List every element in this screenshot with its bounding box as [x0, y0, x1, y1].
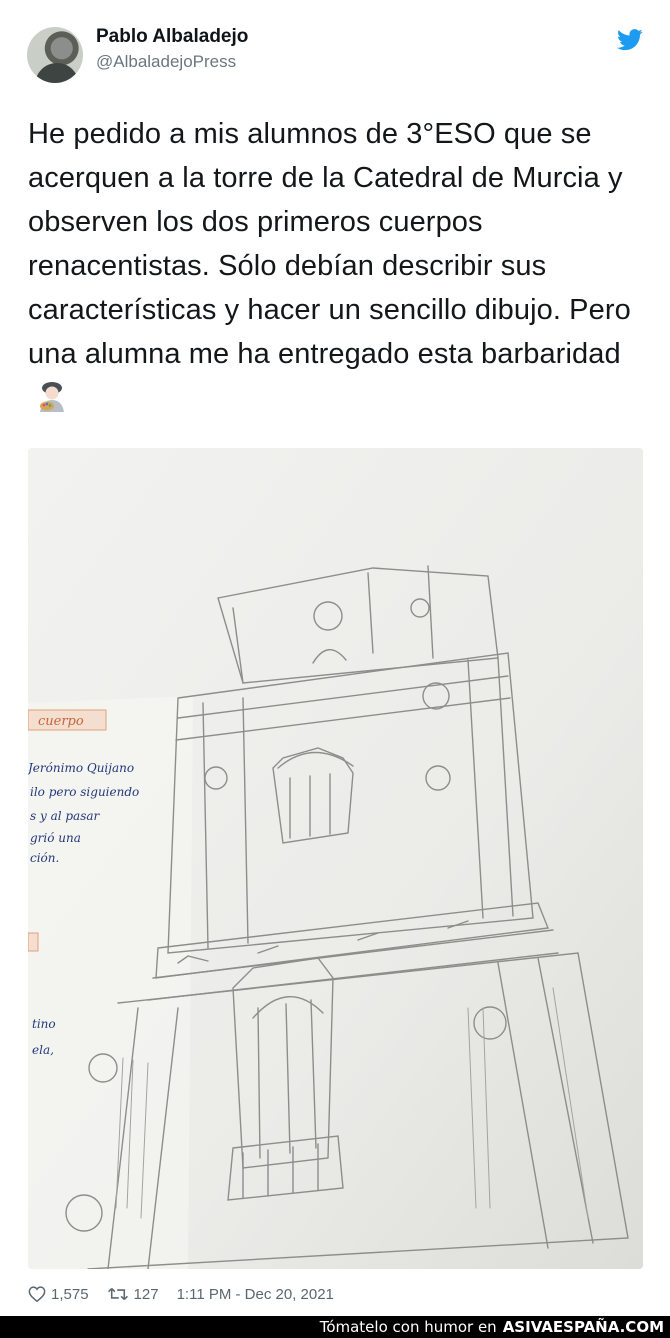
twitter-bird-icon[interactable]: [617, 29, 643, 51]
note-line: ción.: [30, 851, 59, 865]
note-tag: cuerpo: [38, 714, 84, 729]
pencil-drawing-illustration: cuerpo Jerónimo Quijano ilo pero siguien…: [28, 448, 643, 1269]
watermark-site[interactable]: ASIVAESPAÑA.COM: [503, 1318, 664, 1336]
tweet-timestamp[interactable]: 1:11 PM - Dec 20, 2021: [177, 1286, 334, 1303]
tweet-footer: 1,575 127 1:11 PM - Dec 20, 2021: [28, 1281, 352, 1307]
note-line: Jerónimo Quijano: [28, 761, 134, 775]
avatar-shoulder: [35, 63, 79, 83]
note-line: s y al pasar: [30, 809, 101, 823]
tweet-text: He pedido a mis alumnos de 3°ESO que se …: [28, 112, 648, 420]
author-handle[interactable]: @AlbaladejoPress: [96, 52, 236, 72]
retweet-icon: [107, 1287, 128, 1301]
tweet-header: Pablo Albaladejo @AlbaladejoPress: [0, 0, 670, 110]
tweet-photo[interactable]: cuerpo Jerónimo Quijano ilo pero siguien…: [28, 448, 643, 1269]
note-line: grió una: [30, 831, 81, 845]
like-count: 1,575: [51, 1285, 89, 1303]
heart-icon: [28, 1286, 46, 1302]
retweet-count: 127: [133, 1285, 159, 1303]
avatar[interactable]: [27, 27, 83, 83]
timestamp-text: 1:11 PM - Dec 20, 2021: [176, 1285, 334, 1303]
woman-artist-emoji-icon: [40, 382, 64, 412]
note-line: tino: [32, 1017, 56, 1031]
watermark-prefix: Tómatelo con humor en: [319, 1318, 497, 1336]
tweet-body: He pedido a mis alumnos de 3°ESO que se …: [28, 118, 631, 370]
note-line: ela,: [32, 1043, 54, 1057]
author-name[interactable]: Pablo Albaladejo: [96, 26, 248, 48]
retweet-button[interactable]: 127: [107, 1286, 159, 1303]
note-line: ilo pero siguiendo: [30, 785, 139, 799]
site-watermark: Tómatelo con humor en ASIVAESPAÑA.COM: [0, 1316, 670, 1338]
like-button[interactable]: 1,575: [28, 1286, 89, 1303]
